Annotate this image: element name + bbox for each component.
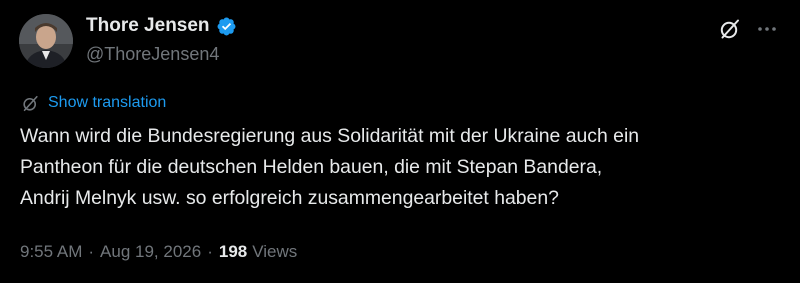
- tweet-card: Thore Jensen @ThoreJensen4 Show translat…: [0, 0, 800, 283]
- meta-separator: ·: [207, 242, 213, 261]
- author-handle[interactable]: @ThoreJensen4: [86, 44, 219, 65]
- views-label: Views: [252, 242, 298, 261]
- show-translation-button[interactable]: Show translation: [21, 92, 166, 114]
- author-name-row: Thore Jensen: [86, 14, 237, 38]
- translate-icon: [21, 94, 40, 113]
- tweet-text-line: Pantheon für die deutschen Helden bauen,…: [20, 156, 603, 178]
- meta-separator: ·: [88, 242, 95, 261]
- tweet-text-line: Andrij Melnyk usw. so erfolgreich zusamm…: [20, 187, 559, 209]
- verified-badge-icon[interactable]: [216, 16, 237, 37]
- tweet-text-line: Wann wird die Bundesregierung aus Solida…: [20, 125, 640, 147]
- views-count: 198: [218, 242, 248, 261]
- tweet-meta: 9:55 AM · Aug 19, 2026 · 198 Views: [20, 240, 297, 264]
- tweet-text: Wann wird die Bundesregierung aus Solida…: [20, 121, 780, 214]
- tweet-date[interactable]: Aug 19, 2026: [100, 242, 201, 262]
- more-options-icon[interactable]: [755, 17, 779, 41]
- grok-icon[interactable]: [718, 17, 742, 41]
- avatar[interactable]: [19, 14, 73, 68]
- show-translation-label[interactable]: Show translation: [48, 94, 166, 112]
- author-display-name[interactable]: Thore Jensen: [86, 15, 210, 37]
- tweet-time[interactable]: 9:55 AM: [20, 242, 82, 262]
